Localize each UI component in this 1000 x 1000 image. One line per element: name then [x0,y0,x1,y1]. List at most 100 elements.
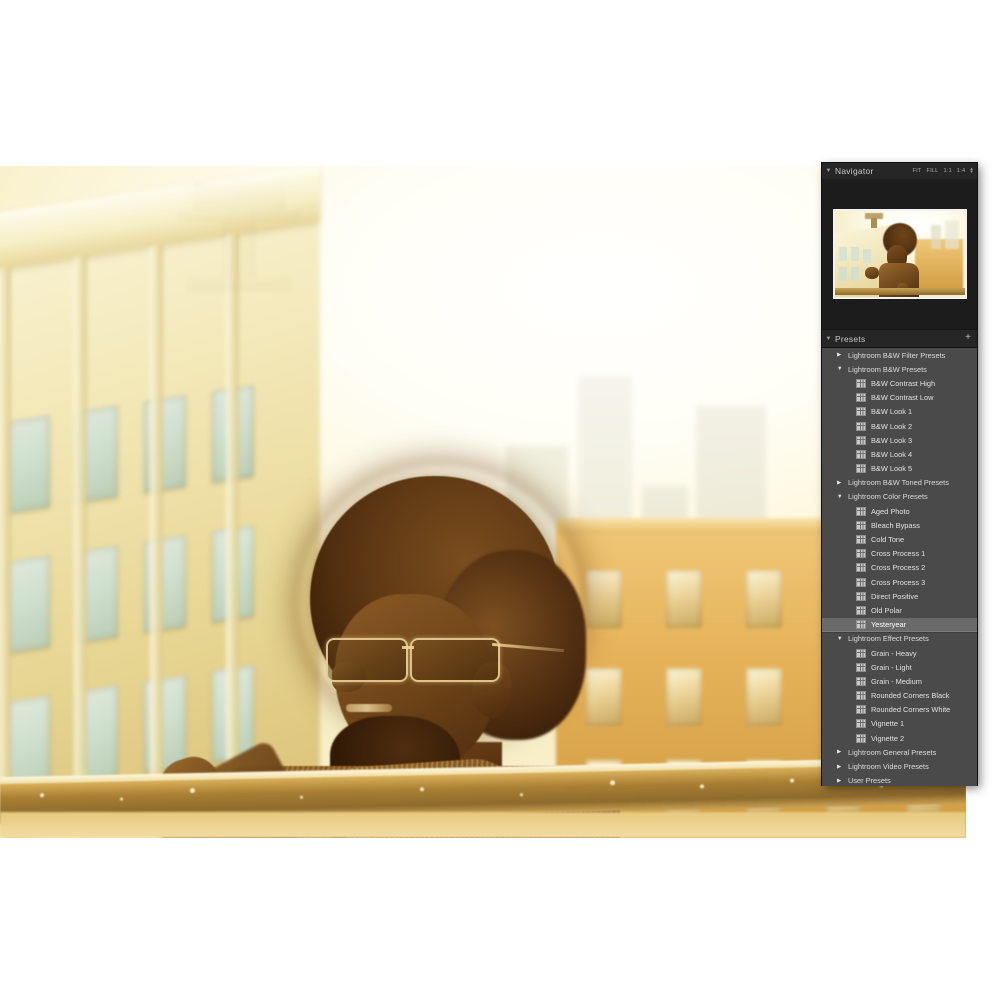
preset-item[interactable]: Rounded Corners Black [822,689,977,703]
preset-item-label: Grain - Light [871,662,912,672]
preset-group-label: Lightroom General Presets [848,747,937,757]
chevron-right-icon[interactable]: ▶ [837,352,848,358]
preset-swatch-icon [856,563,866,573]
chevron-down-icon[interactable]: ▼ [837,636,848,642]
preset-item[interactable]: Vignette 2 [822,731,977,745]
zoom-mode-fill[interactable]: FILL [927,168,939,174]
preset-swatch-icon [856,691,866,701]
preset-item[interactable]: B&W Look 3 [822,433,977,447]
right-panel-group: ▼ Navigator FIT FILL 1:1 1:4 ▴ ▾ ▼ Prese… [822,163,977,786]
preset-swatch-icon [856,393,866,403]
chevron-down-icon[interactable]: ▼ [837,366,848,372]
preset-item[interactable]: B&W Look 4 [822,447,977,461]
preset-swatch-icon [856,549,866,559]
preset-swatch-icon [856,605,866,615]
preset-swatch-icon [856,705,866,715]
preset-swatch-icon [856,449,866,459]
preset-item-label: Yesteryear [871,620,907,630]
preset-item-label: B&W Look 3 [871,435,913,445]
preset-item-label: Bleach Bypass [871,520,920,530]
preset-group-row[interactable]: ▶ Lightroom B&W Filter Presets [822,348,977,362]
chevron-right-icon[interactable]: ▶ [837,778,848,784]
preset-swatch-icon [856,577,866,587]
sunglasses [326,634,564,682]
preset-item[interactable]: Cross Process 1 [822,547,977,561]
preset-swatch-icon [856,620,866,630]
preset-group-label: Lightroom Effect Presets [848,634,929,644]
zoom-mode-1-4[interactable]: 1:4 [957,168,965,174]
navigator-thumbnail[interactable] [832,209,967,299]
chevron-right-icon[interactable]: ▶ [837,480,848,486]
preset-group-row[interactable]: ▶ Lightroom Video Presets [822,759,977,773]
chevron-down-icon[interactable]: ▾ [970,170,973,175]
preset-item-label: Rounded Corners White [871,705,951,715]
zoom-mode-fit[interactable]: FIT [913,168,922,174]
preset-swatch-icon [856,506,866,516]
preset-group-label: Lightroom Video Presets [848,762,929,772]
preset-item-label: Cross Process 1 [871,549,926,559]
preset-swatch-icon [856,662,866,672]
preset-swatch-icon [856,407,866,417]
preset-group-label: Lightroom B&W Toned Presets [848,478,949,488]
add-preset-icon[interactable]: + [965,333,971,343]
preset-swatch-icon [856,719,866,729]
preset-group-row[interactable]: ▶ Lightroom General Presets [822,745,977,759]
preset-item[interactable]: Aged Photo [822,504,977,518]
preset-group-label: Lightroom Color Presets [848,492,928,502]
preset-group-row[interactable]: ▶ Lightroom B&W Toned Presets [822,476,977,490]
foreground-strip [0,812,966,838]
preset-item[interactable]: Vignette 1 [822,717,977,731]
preset-item[interactable]: Grain - Medium [822,674,977,688]
preset-item-label: Cross Process 2 [871,563,926,573]
preset-item[interactable]: B&W Look 5 [822,462,977,476]
preset-swatch-icon [856,648,866,658]
preset-item[interactable]: Direct Positive [822,589,977,603]
preset-item-label: B&W Look 2 [871,421,913,431]
preset-item[interactable]: B&W Look 2 [822,419,977,433]
preset-item-label: B&W Contrast Low [871,393,934,403]
navigator-zoom-modes: FIT FILL 1:1 1:4 ▴ ▾ [913,163,974,179]
preset-item-selected[interactable]: Yesteryear [822,617,977,632]
preset-item[interactable]: Old Polar [822,603,977,617]
preset-item-label: Rounded Corners Black [871,691,950,701]
preset-item[interactable]: B&W Look 1 [822,405,977,419]
preset-swatch-icon [856,421,866,431]
preset-item-label: Old Polar [871,605,902,615]
chevron-right-icon[interactable]: ▶ [837,749,848,755]
zoom-mode-1-1[interactable]: 1:1 [944,168,952,174]
preset-swatch-icon [856,435,866,445]
preset-item[interactable]: Bleach Bypass [822,518,977,532]
preset-item[interactable]: Cross Process 2 [822,561,977,575]
preset-item[interactable]: Cross Process 3 [822,575,977,589]
presets-title: Presets [835,333,866,344]
preset-swatch-icon [856,676,866,686]
preset-group-label: Lightroom B&W Filter Presets [848,350,946,360]
preset-item[interactable]: Grain - Heavy [822,646,977,660]
chevron-right-icon[interactable]: ▶ [837,764,848,770]
preset-group-row[interactable]: ▼ Lightroom Effect Presets [822,632,977,646]
preset-item-label: B&W Contrast High [871,378,936,388]
presets-tree[interactable]: ▶ Lightroom B&W Filter Presets ▼ Lightroom … [822,347,977,786]
preset-item-label: Aged Photo [871,506,910,516]
zoom-stepper[interactable]: ▴ ▾ [970,167,973,175]
preset-swatch-icon [856,535,866,545]
preset-item[interactable]: Rounded Corners White [822,703,977,717]
chevron-down-icon[interactable]: ▼ [822,336,835,342]
preset-group-row[interactable]: ▼ Lightroom B&W Presets [822,362,977,376]
preset-group-row[interactable]: ▶ User Presets [822,774,977,786]
preset-group-row[interactable]: ▼ Lightroom Color Presets [822,490,977,504]
presets-header[interactable]: ▼ Presets + [822,329,977,347]
navigator-header[interactable]: ▼ Navigator FIT FILL 1:1 1:4 ▴ ▾ [822,163,977,179]
chevron-down-icon[interactable]: ▼ [822,168,835,174]
chevron-down-icon[interactable]: ▼ [837,494,848,500]
preset-swatch-icon [856,520,866,530]
preset-item-label: B&W Look 4 [871,449,913,459]
navigator-body[interactable] [822,179,977,329]
preset-group-label: User Presets [848,776,891,786]
preset-item-label: B&W Look 5 [871,464,913,474]
preset-item[interactable]: Cold Tone [822,532,977,546]
preset-item[interactable]: Grain - Light [822,660,977,674]
preset-item[interactable]: B&W Contrast High [822,376,977,390]
preset-item[interactable]: B&W Contrast Low [822,391,977,405]
preset-item-label: Grain - Medium [871,676,922,686]
